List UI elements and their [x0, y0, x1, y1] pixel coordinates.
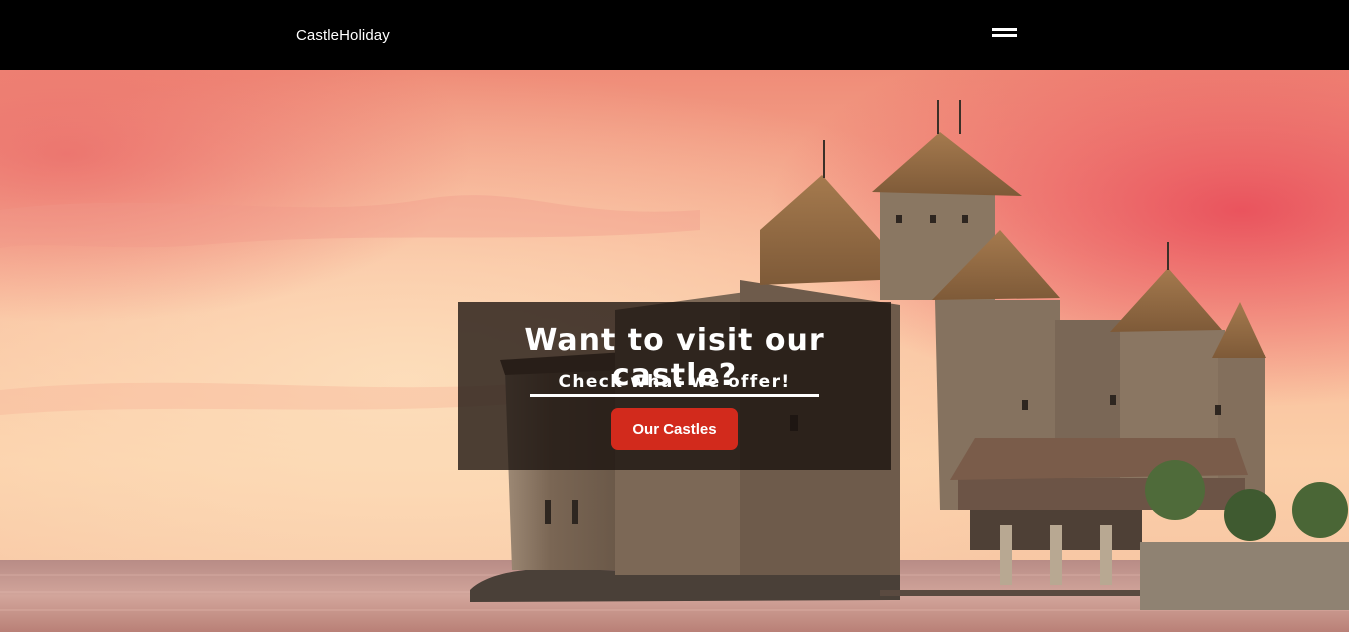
menu-bar-top [992, 28, 1017, 31]
hero-subtitle: Check what we offer! [558, 372, 791, 392]
subtitle-underline-divider [530, 394, 819, 397]
brand-logo-link[interactable]: CastleHoliday [296, 27, 390, 44]
hamburger-menu-icon[interactable] [990, 26, 1018, 42]
our-castles-button[interactable]: Our Castles [611, 408, 738, 450]
hero-section: Want to visit our castle? Check what we … [0, 70, 1349, 632]
menu-bar-bottom [992, 34, 1017, 37]
navbar: CastleHoliday [0, 0, 1349, 70]
hero-callout-box: Want to visit our castle? Check what we … [458, 302, 891, 470]
